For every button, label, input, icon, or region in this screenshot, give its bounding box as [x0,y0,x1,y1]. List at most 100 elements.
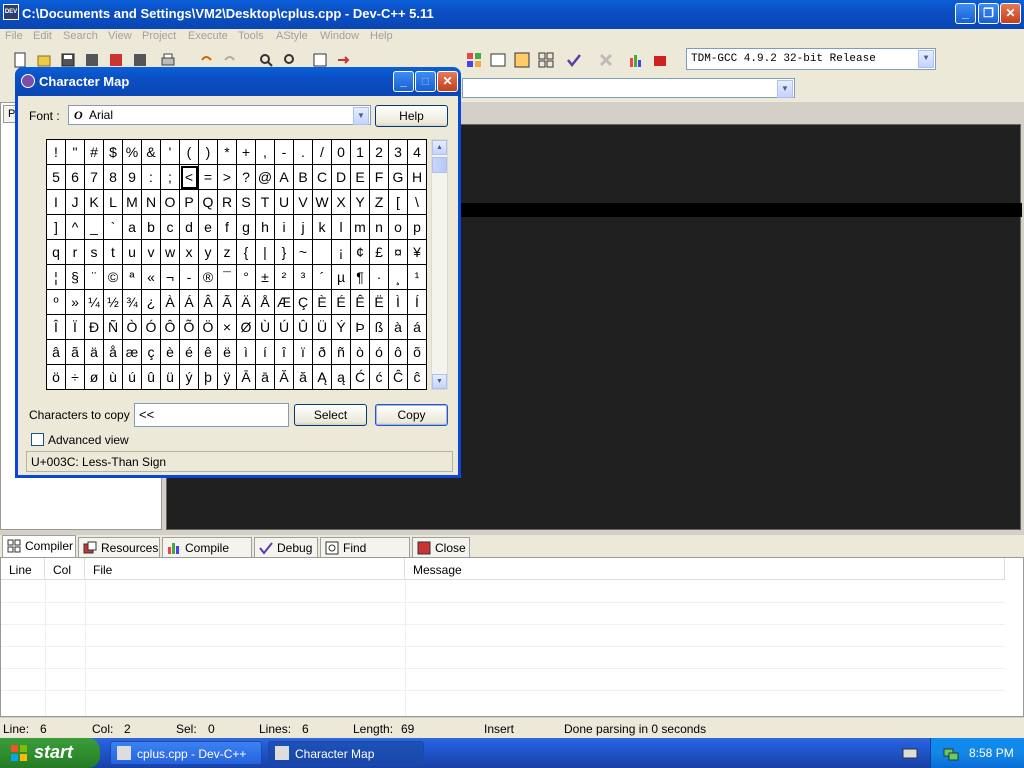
char-cell[interactable]: 2 [370,140,389,165]
char-cell[interactable]: V [294,190,313,215]
char-cell[interactable]: Ô [161,315,180,340]
char-cell[interactable]: ® [199,265,218,290]
char-cell[interactable]: ê [199,340,218,365]
menu-view[interactable]: View [108,30,132,42]
char-cell[interactable]: 3 [389,140,408,165]
char-cell[interactable]: + [237,140,256,165]
char-cell[interactable]: Ç [294,290,313,315]
char-cell[interactable]: ¯ [218,265,237,290]
char-cell[interactable]: Ä [237,290,256,315]
char-cell[interactable]: l [332,215,351,240]
chevron-down-icon[interactable]: ▼ [777,80,793,98]
chars-to-copy-input[interactable]: << [134,403,289,427]
char-cell[interactable]: Ă [275,365,294,390]
char-cell[interactable]: Ê [351,290,370,315]
char-cell[interactable]: ¿ [142,290,161,315]
char-cell[interactable]: Ð [85,315,104,340]
print-icon[interactable] [160,52,176,68]
char-cell[interactable]: ~ [294,240,313,265]
open-file-icon[interactable] [36,52,52,68]
char-cell[interactable]: & [142,140,161,165]
font-select[interactable]: O Arial ▼ [68,105,371,125]
char-cell[interactable] [313,240,332,265]
char-cell[interactable]: m [351,215,370,240]
char-cell[interactable]: E [351,165,370,190]
advanced-view-label[interactable]: Advanced view [48,433,129,447]
char-cell[interactable]: ¡ [332,240,351,265]
copy-button[interactable]: Copy [375,404,448,426]
char-cell[interactable]: ¾ [123,290,142,315]
help-button[interactable]: Help [375,105,448,127]
char-cell[interactable]: . [294,140,313,165]
char-cell[interactable]: K [85,190,104,215]
char-cell[interactable]: s [85,240,104,265]
char-cell[interactable]: % [123,140,142,165]
char-cell[interactable]: è [161,340,180,365]
tab-compiler[interactable]: Compiler [2,535,76,557]
char-cell[interactable]: Ā [237,365,256,390]
char-cell[interactable]: c [161,215,180,240]
char-cell[interactable]: Y [351,190,370,215]
cancel-icon[interactable] [598,52,614,68]
char-cell[interactable]: ă [294,365,313,390]
keyboard-icon[interactable] [902,746,918,760]
char-cell[interactable]: ´ [313,265,332,290]
tab-compile-log[interactable]: Compile Log [162,537,252,569]
scroll-thumb[interactable] [432,157,447,173]
char-cell[interactable]: Ñ [104,315,123,340]
char-cell[interactable]: # [85,140,104,165]
column-file[interactable]: File [85,558,405,580]
tab-close[interactable]: Close [412,537,470,557]
char-cell[interactable]: ĉ [408,365,427,390]
char-cell[interactable]: ý [180,365,199,390]
char-cell[interactable]: e [199,215,218,240]
char-cell[interactable]: » [66,290,85,315]
chevron-down-icon[interactable]: ▼ [353,107,369,125]
close-button[interactable]: ✕ [1000,3,1021,24]
menu-tools[interactable]: Tools [238,30,264,42]
char-cell[interactable]: Ï [66,315,85,340]
char-cell[interactable]: ° [237,265,256,290]
char-cell[interactable]: ) [199,140,218,165]
char-cell[interactable]: I [47,190,66,215]
char-cell[interactable]: ú [123,365,142,390]
char-cell[interactable]: | [256,240,275,265]
char-cell[interactable]: ü [161,365,180,390]
char-cell[interactable]: x [180,240,199,265]
char-cell[interactable]: C [313,165,332,190]
char-cell[interactable]: X [332,190,351,215]
char-cell[interactable]: ¹ [408,265,427,290]
char-cell[interactable]: / [313,140,332,165]
char-cell[interactable]: ç [142,340,161,365]
char-cell[interactable]: î [275,340,294,365]
char-cell[interactable]: ¸ [389,265,408,290]
menu-astyle[interactable]: AStyle [276,30,308,42]
tab-debug[interactable]: Debug [254,537,318,557]
char-cell[interactable]: : [142,165,161,190]
char-cell[interactable]: ± [256,265,275,290]
char-cell[interactable]: Ö [199,315,218,340]
char-cell[interactable]: ì [237,340,256,365]
char-cell[interactable]: } [275,240,294,265]
char-cell[interactable]: ą [332,365,351,390]
char-cell[interactable]: B [294,165,313,190]
char-cell[interactable]: ¢ [351,240,370,265]
char-cell[interactable]: z [218,240,237,265]
char-cell[interactable]: i [275,215,294,240]
char-cell[interactable]: Á [180,290,199,315]
char-cell[interactable]: Z [370,190,389,215]
char-cell[interactable]: ÷ [66,365,85,390]
char-cell[interactable]: ½ [104,290,123,315]
char-cell[interactable]: Q [199,190,218,215]
char-cell[interactable]: ā [256,365,275,390]
char-cell[interactable]: P [180,190,199,215]
scroll-down-icon[interactable]: ▼ [432,374,447,389]
char-cell[interactable]: í [256,340,275,365]
menu-project[interactable]: Project [142,30,176,42]
close-file-icon[interactable] [108,52,124,68]
grid-icon[interactable] [538,52,554,68]
tab-find-results[interactable]: Find Results [320,537,410,569]
char-cell[interactable]: · [370,265,389,290]
taskbar-devcpp[interactable]: cplus.cpp - Dev-C++ [110,741,262,765]
start-button[interactable]: start [0,738,100,768]
